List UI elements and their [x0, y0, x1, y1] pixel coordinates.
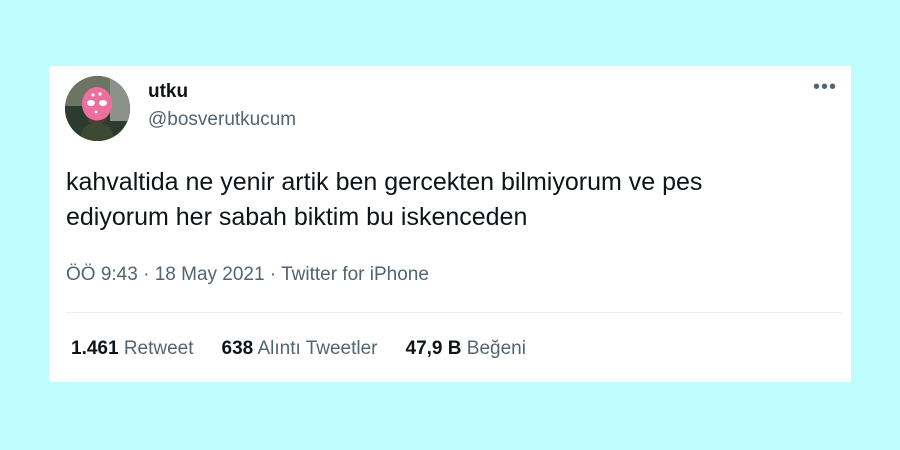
tweet-text-line: kahvaltida ne yenir artik ben gercekten …	[66, 168, 703, 196]
author-handle[interactable]: @bosverutkucum	[148, 109, 296, 131]
quote-tweet-count: 638	[221, 338, 254, 359]
divider	[66, 312, 842, 313]
tweet-text-line: ediyorum her sabah biktim bu iskenceden	[66, 203, 528, 231]
tweet-text: kahvaltida ne yenir artik ben gercekten …	[66, 165, 856, 235]
like-count: 47,9 B	[405, 338, 462, 359]
avatar-image	[65, 76, 130, 141]
like-stat[interactable]: 47,9 B Beğeni	[406, 338, 526, 360]
avatar[interactable]	[65, 76, 130, 141]
retweet-count: 1.461	[71, 338, 119, 359]
quote-tweet-stat[interactable]: 638 Alıntı Tweetler	[222, 338, 378, 360]
quote-tweet-label: Alıntı Tweetler	[257, 338, 378, 359]
like-label: Beğeni	[466, 338, 526, 359]
more-options-icon[interactable]: •••	[813, 77, 837, 97]
tweet-timestamp[interactable]: ÖÖ 9:43 · 18 May 2021 · Twitter for iPho…	[66, 264, 429, 286]
tweet-card: utku @bosverutkucum ••• kahvaltida ne ye…	[49, 66, 851, 382]
author-name[interactable]: utku	[148, 81, 188, 103]
retweet-label: Retweet	[123, 338, 194, 359]
retweet-stat[interactable]: 1.461 Retweet	[71, 338, 194, 360]
tweet-stats: 1.461 Retweet 638 Alıntı Tweetler 47,9 B…	[71, 338, 554, 360]
